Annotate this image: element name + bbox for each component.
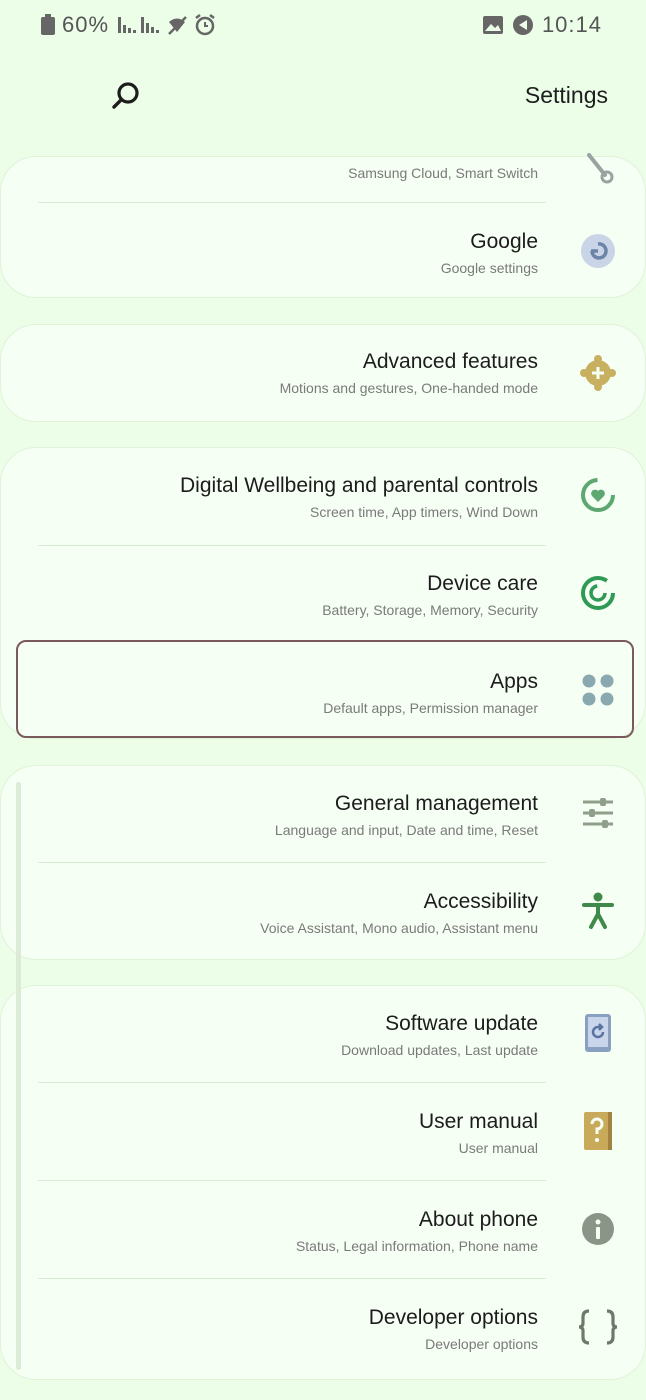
manual-subtitle: User manual [458, 1140, 538, 1156]
wellbeing-title: Digital Wellbeing and parental controls [180, 474, 538, 497]
page-title: Settings [524, 82, 608, 108]
accessibility-subtitle: Voice Assistant, Mono audio, Assistant m… [260, 920, 538, 936]
advanced-subtitle: Motions and gestures, One-handed mode [279, 380, 538, 396]
search-icon [112, 82, 139, 109]
help-book-icon [578, 1111, 618, 1151]
settings-item-digital-wellbeing[interactable]: Digital Wellbeing and parental controls … [0, 447, 646, 545]
scrollbar[interactable] [16, 782, 21, 1370]
google-title: Google [470, 230, 538, 253]
manual-title: User manual [418, 1110, 538, 1133]
settings-item-developer-options[interactable]: Developer options Developer options [0, 1279, 646, 1377]
status-bar: 10:14 60% [0, 0, 646, 50]
gallery-icon [482, 12, 504, 38]
info-icon [578, 1209, 618, 1249]
google-subtitle: Google settings [440, 260, 538, 276]
status-time: 10:14 [541, 12, 602, 37]
advanced-title: Advanced features [362, 350, 538, 373]
settings-item-advanced-features[interactable]: Advanced features Motions and gestures, … [0, 324, 646, 422]
accessibility-title: Accessibility [423, 890, 538, 913]
apps-selection-highlight [16, 640, 634, 738]
google-icon [578, 231, 618, 271]
settings-item-google[interactable]: Google Google settings [0, 203, 646, 298]
battery-icon [40, 12, 56, 38]
alarm-icon [193, 12, 217, 38]
signal-icon [118, 12, 160, 38]
device-care-subtitle: Battery, Storage, Memory, Security [322, 602, 538, 618]
settings-screen: 10:14 60% Settings Samsung Cloud, Smart … [0, 0, 646, 1400]
developer-title: Developer options [368, 1306, 538, 1329]
search-button[interactable] [104, 74, 148, 118]
software-subtitle: Download updates, Last update [341, 1042, 538, 1058]
settings-item-device-care[interactable]: Device care Battery, Storage, Memory, Se… [0, 546, 646, 640]
key-icon [578, 148, 618, 188]
battery-percent: 60% [62, 12, 110, 37]
accounts-subtitle: Samsung Cloud, Smart Switch [348, 165, 538, 181]
software-title: Software update [385, 1012, 538, 1035]
app-header: Settings [0, 60, 646, 140]
settings-item-accessibility[interactable]: Accessibility Voice Assistant, Mono audi… [0, 863, 646, 960]
settings-item-general-management[interactable]: General management Language and input, D… [0, 765, 646, 863]
wifi-off-icon [166, 12, 188, 38]
puzzle-gear-icon [578, 353, 618, 393]
navigation-icon [512, 12, 534, 38]
settings-item-user-manual[interactable]: User manual User manual [0, 1083, 646, 1180]
braces-icon [578, 1307, 618, 1347]
settings-item-software-update[interactable]: Software update Download updates, Last u… [0, 985, 646, 1082]
about-title: About phone [418, 1208, 538, 1231]
accessibility-icon [578, 891, 618, 931]
general-subtitle: Language and input, Date and time, Reset [274, 822, 538, 838]
software-update-icon [578, 1013, 618, 1053]
about-subtitle: Status, Legal information, Phone name [295, 1238, 538, 1254]
settings-item-accounts[interactable]: Samsung Cloud, Smart Switch [0, 153, 646, 202]
developer-subtitle: Developer options [425, 1336, 538, 1352]
wellbeing-icon [578, 475, 618, 515]
settings-item-about-phone[interactable]: About phone Status, Legal information, P… [0, 1181, 646, 1278]
device-care-icon [578, 573, 618, 613]
wellbeing-subtitle: Screen time, App timers, Wind Down [310, 504, 538, 520]
sliders-icon [578, 793, 618, 833]
general-title: General management [334, 792, 538, 815]
device-care-title: Device care [427, 572, 538, 595]
